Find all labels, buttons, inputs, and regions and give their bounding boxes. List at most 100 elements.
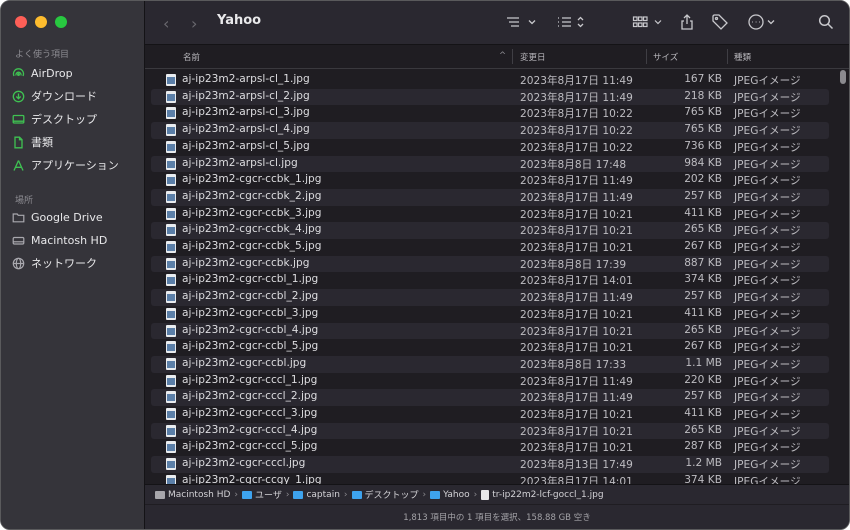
file-date: 2023年8月17日 10:21 [520,242,633,254]
file-row[interactable]: aj-ip23m2-cgcr-ccbk_3.jpg 2023年8月17日 10:2… [151,206,829,223]
forward-icon[interactable]: › [191,14,197,33]
file-size: 736 KB [684,139,722,152]
path-crumb[interactable]: Yahoo [430,490,470,500]
zoom-button[interactable] [55,16,67,28]
file-size: 167 KB [684,73,722,85]
sidebar-item-downloads[interactable]: ダウンロード [11,86,135,106]
sidebar-item-desktop[interactable]: デスクトップ [11,109,135,129]
sidebar-item-airdrop[interactable]: AirDrop [11,63,135,83]
file-size: 287 KB [684,440,722,453]
minimize-button[interactable] [35,16,47,28]
file-kind: JPEGイメージ [734,275,801,288]
column-divider [512,49,513,64]
more-actions-icon[interactable] [747,12,777,32]
file-name: aj-ip23m2-cgcr-ccbk_2.jpg [182,189,322,202]
back-icon[interactable]: ‹ [163,14,169,33]
folder-icon [242,490,253,499]
file-row[interactable]: aj-ip23m2-cgcr-ccbk_5.jpg 2023年8月17日 10:2… [151,239,829,256]
file-row[interactable]: aj-ip23m2-cgcr-cccl_5.jpg 2023年8月17日 10:2… [151,439,829,456]
file-kind: JPEGイメージ [734,325,801,338]
file-row[interactable]: aj-ip23m2-arpsl-cl_2.jpg 2023年8月17日 11:49… [151,88,829,106]
file-date: 2023年8月17日 14:01 [520,475,633,484]
file-kind: JPEGイメージ [734,158,801,171]
path-crumb[interactable]: ユーザ [242,488,282,501]
file-row[interactable]: aj-ip23m2-cgcr-ccbl_5.jpg 2023年8月17日 10:2… [151,339,829,356]
sidebar-item-macintosh-hd[interactable]: Macintosh HD [11,230,135,250]
file-date: 2023年8月17日 10:21 [520,425,633,438]
column-size-header[interactable]: サイズ [653,51,678,63]
path-crumb[interactable]: デスクトップ [351,488,419,501]
file-size: 220 KB [684,373,722,386]
file-row[interactable]: aj-ip23m2-cgcr-ccbk_1.jpg 2023年8月17日 11:4… [151,172,829,189]
file-row[interactable]: aj-ip23m2-cgcr-cccl.jpg 2023年8月13日 17:49 1… [151,456,829,473]
file-row[interactable]: aj-ip23m2-cgcr-cccl_3.jpg 2023年8月17日 10:2… [151,406,829,423]
sidebar-item-label: Google Drive [31,210,103,224]
close-button[interactable] [15,16,27,28]
group-icon[interactable] [556,12,588,32]
sidebar-item-applications[interactable]: アプリケーション [11,155,135,175]
path-crumb-label: ユーザ [255,491,282,501]
file-row[interactable]: aj-ip23m2-cgcr-ccbl_1.jpg 2023年8月17日 14:0… [151,272,829,289]
file-date: 2023年8月17日 11:49 [520,75,633,87]
file-row[interactable]: aj-ip23m2-cgcr-ccbl.jpg 2023年8月8日 17:33 1.… [151,355,829,373]
file-row[interactable]: aj-ip23m2-arpsl-cl_3.jpg 2023年8月17日 10:22… [151,105,829,122]
path-crumb[interactable]: tr-ip22m2-lcf-goccl_1.jpg [481,489,604,500]
file-kind: JPEGイメージ [734,125,801,138]
sidebar-item-label: デスクトップ [31,113,97,126]
file-date: 2023年8月17日 11:49 [520,175,633,188]
applications-icon [11,158,25,172]
file-row[interactable]: aj-ip23m2-cgcr-ccbk_2.jpg 2023年8月17日 11:4… [151,188,829,206]
file-row[interactable]: aj-ip23m2-cgcr-ccbk.jpg 2023年8月8日 17:39 88… [151,255,829,273]
sidebar-item-google-drive[interactable]: Google Drive [11,207,135,227]
column-name-header[interactable]: 名前 [183,51,200,63]
column-header: 名前 ^ 変更日 サイズ 種類 [145,45,849,69]
vertical-scrollbar[interactable] [839,68,848,484]
search-icon[interactable] [818,12,834,32]
file-row[interactable]: aj-ip23m2-cgcr-ccbk_4.jpg 2023年8月17日 10:2… [151,222,829,239]
file-row[interactable]: aj-ip23m2-arpsl-cl.jpg 2023年8月8日 17:48 984… [151,155,829,173]
file-row[interactable]: aj-ip23m2-cgcr-ccbl_3.jpg 2023年8月17日 10:2… [151,306,829,323]
tag-icon[interactable] [711,12,729,32]
file-name: aj-ip23m2-cgcr-ccbl_3.jpg [182,306,319,319]
path-crumb[interactable]: Macintosh HD [155,490,230,500]
file-row[interactable]: aj-ip23m2-cgcr-cccl_4.jpg 2023年8月17日 10:2… [151,422,829,440]
file-kind: JPEGイメージ [734,425,801,438]
column-date-header[interactable]: 変更日 [520,51,546,63]
sidebar-item-network[interactable]: ネットワーク [11,253,135,273]
jpeg-file-icon [166,174,176,187]
list-view-icon[interactable] [505,12,539,32]
file-row[interactable]: aj-ip23m2-cgcr-ccbl_4.jpg 2023年8月17日 10:2… [151,322,829,340]
file-kind: JPEGイメージ [734,392,801,405]
sidebar-item-label: AirDrop [31,66,73,80]
path-crumb[interactable]: captain [293,490,340,500]
file-row[interactable]: aj-ip23m2-cgcr-cccl_2.jpg 2023年8月17日 11:4… [151,389,829,406]
jpeg-file-icon [166,224,176,237]
globe-icon [11,256,25,270]
grid-view-icon[interactable] [632,12,666,32]
scrollbar-thumb[interactable] [840,70,846,84]
file-kind: JPEGイメージ [734,175,801,188]
file-row[interactable]: aj-ip23m2-cgcr-ccbl_2.jpg 2023年8月17日 11:4… [151,289,829,306]
path-bar: Macintosh HD › ユーザ › captain › デスクトップ › Yahoo › tr… [145,484,849,504]
jpeg-file-icon [166,190,176,203]
file-kind: JPEGイメージ [734,442,801,455]
sort-ascending-icon[interactable]: ^ [499,51,506,61]
file-date: 2023年8月13日 17:49 [520,459,633,472]
file-row[interactable]: aj-ip23m2-arpsl-cl_1.jpg 2023年8月17日 11:49… [151,72,829,89]
file-date: 2023年8月8日 17:39 [520,258,627,271]
file-name: aj-ip23m2-cgcr-ccbl_1.jpg [182,273,319,286]
window-controls [15,16,67,28]
share-icon[interactable] [679,12,695,32]
file-row[interactable]: aj-ip23m2-cgcr-cccl_1.jpg 2023年8月17日 11:4… [151,373,829,390]
file-kind: JPEGイメージ [734,342,801,355]
file-row[interactable]: aj-ip23m2-arpsl-cl_4.jpg 2023年8月17日 10:22… [151,122,829,139]
file-name: aj-ip23m2-cgcr-ccgy_1.jpg [182,473,322,484]
file-row[interactable]: aj-ip23m2-cgcr-ccgy_1.jpg 2023年8月17日 14:0… [151,473,829,484]
path-crumb-label: tr-ip22m2-lcf-goccl_1.jpg [492,489,604,500]
file-kind: JPEGイメージ [734,358,801,371]
file-name: aj-ip23m2-arpsl-cl_1.jpg [182,73,310,85]
column-kind-header[interactable]: 種類 [734,51,751,63]
sidebar-item-documents[interactable]: 書類 [11,132,135,152]
file-row[interactable]: aj-ip23m2-arpsl-cl_5.jpg 2023年8月17日 10:22… [151,139,829,156]
file-size: 765 KB [684,106,722,119]
